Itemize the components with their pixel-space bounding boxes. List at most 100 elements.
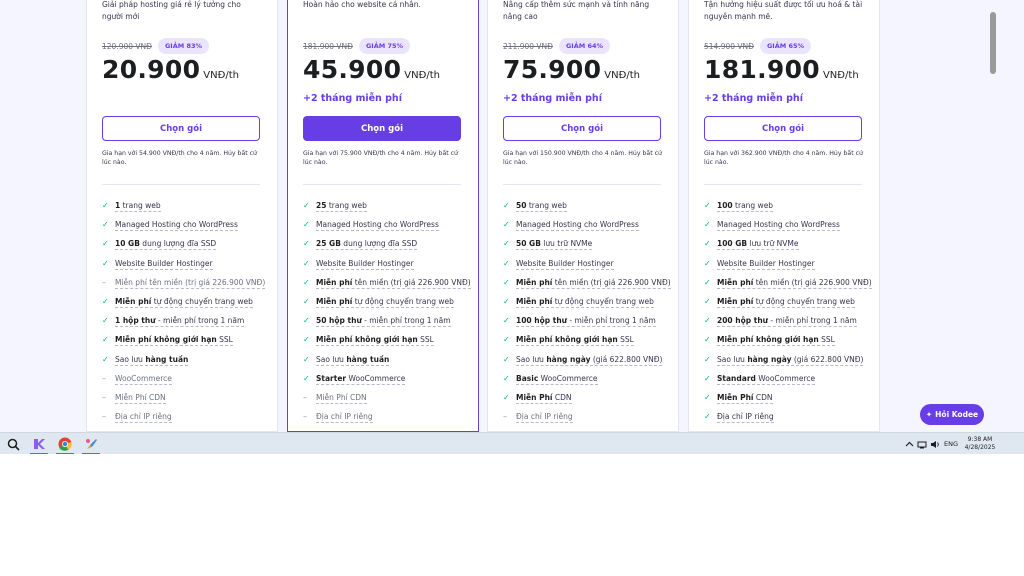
feature-text[interactable]: Miễn phí không giới hạn SSL bbox=[516, 335, 634, 347]
feature-text[interactable]: WooCommerce bbox=[115, 374, 172, 385]
renewal-note: Gia hạn với 150.900 VNĐ/th cho 4 năm. Hủ… bbox=[503, 150, 662, 166]
plan-description: Tận hưởng hiệu suất được tối ưu hoá & tà… bbox=[704, 0, 863, 21]
network-icon[interactable] bbox=[917, 433, 927, 455]
feature-text[interactable]: 25 trang web bbox=[316, 201, 367, 212]
feature-text[interactable]: 100 hộp thư - miễn phí trong 1 năm bbox=[516, 316, 656, 328]
feature-bold: Miễn phí không giới hạn bbox=[516, 335, 618, 345]
feature-text[interactable]: 50 trang web bbox=[516, 201, 567, 212]
check-icon: ✓ bbox=[303, 335, 310, 345]
kodee-app-icon[interactable] bbox=[30, 435, 48, 455]
feature-text[interactable]: Website Builder Hostinger bbox=[316, 259, 414, 270]
old-price: 120.900 VNĐ bbox=[102, 41, 152, 51]
feature-item: ✓ 1 trang web bbox=[102, 201, 272, 220]
feature-text[interactable]: Sao lưu hàng tuần bbox=[316, 354, 390, 366]
check-icon: ✓ bbox=[503, 220, 510, 230]
feature-text[interactable]: Starter WooCommerce bbox=[316, 374, 406, 385]
volume-icon[interactable] bbox=[930, 433, 940, 455]
choose-plan-button[interactable]: Chọn gói bbox=[503, 116, 661, 141]
feature-text[interactable]: Địa chỉ IP riêng bbox=[516, 412, 573, 424]
feature-label: dung lượng đĩa SSD bbox=[139, 239, 217, 249]
feature-text[interactable]: 50 hộp thư - miễn phí trong 1 năm bbox=[316, 316, 451, 328]
feature-text[interactable]: 1 trang web bbox=[115, 201, 161, 212]
feature-text[interactable]: Địa chỉ IP riêng bbox=[316, 412, 373, 424]
feature-text[interactable]: Basic WooCommerce bbox=[516, 374, 598, 385]
divider bbox=[102, 184, 260, 185]
feature-text[interactable]: Managed Hosting cho WordPress bbox=[516, 220, 639, 232]
feature-item: ✓ Miễn phí tự động chuyển trang web bbox=[303, 297, 473, 316]
feature-bold: Miễn phí không giới hạn bbox=[316, 335, 418, 345]
feature-label: SSL bbox=[818, 335, 835, 345]
feature-text[interactable]: Miễn phí tự động chuyển trang web bbox=[516, 297, 654, 308]
feature-label: Sao lưu bbox=[115, 354, 146, 364]
feature-text[interactable]: Website Builder Hostinger bbox=[115, 259, 213, 270]
feature-item: ✓ Website Builder Hostinger bbox=[503, 259, 673, 278]
feature-item: ✓ Website Builder Hostinger bbox=[102, 259, 272, 278]
dash-icon: – bbox=[102, 412, 106, 422]
chrome-icon[interactable] bbox=[56, 435, 74, 455]
feature-list: ✓ 1 trang web ✓ Managed Hosting cho WordPre… bbox=[102, 201, 272, 431]
feature-text[interactable]: Miễn phí tên miền (trị giá 226.900 VNĐ) bbox=[316, 278, 471, 289]
choose-plan-button[interactable]: Chọn gói bbox=[102, 116, 260, 141]
feature-text[interactable]: Managed Hosting cho WordPress bbox=[717, 220, 840, 232]
choose-plan-button[interactable]: Chọn gói bbox=[303, 116, 461, 141]
renewal-note: Gia hạn với 54.900 VNĐ/th cho 4 năm. Hủy… bbox=[102, 150, 257, 166]
feature-text[interactable]: Miễn Phí CDN bbox=[316, 393, 367, 404]
feature-text[interactable]: Miễn phí tự động chuyển trang web bbox=[717, 297, 855, 308]
feature-label: trang web bbox=[326, 201, 367, 210]
feature-item: ✓ Miễn phí tự động chuyển trang web bbox=[704, 297, 874, 316]
feature-text[interactable]: Managed Hosting cho WordPress bbox=[316, 220, 439, 232]
feature-text[interactable]: 25 GB dung lượng đĩa SSD bbox=[316, 239, 418, 251]
feature-text[interactable]: Miễn phí tên miền (trị giá 226.900 VNĐ) bbox=[115, 278, 266, 289]
feature-text[interactable]: 100 trang web bbox=[717, 201, 774, 212]
feature-label: WooCommerce bbox=[755, 373, 816, 383]
check-icon: ✓ bbox=[704, 392, 711, 402]
feature-text[interactable]: 1 hộp thư - miễn phí trong 1 năm bbox=[115, 316, 245, 328]
feature-text[interactable]: 200 hộp thư - miễn phí trong 1 năm bbox=[717, 316, 857, 328]
paint-icon[interactable] bbox=[82, 435, 100, 455]
feature-text[interactable]: Miễn phí tự động chuyển trang web bbox=[316, 297, 454, 308]
feature-item: ✓ Sao lưu hàng tuần bbox=[102, 355, 272, 374]
feature-label: Miễn Phí CDN bbox=[316, 392, 367, 402]
feature-text[interactable]: Miễn phí tên miền (trị giá 226.900 VNĐ) bbox=[717, 278, 872, 289]
language-indicator[interactable]: ENG bbox=[944, 433, 958, 455]
feature-text[interactable]: Miễn Phí CDN bbox=[516, 393, 572, 404]
feature-text[interactable]: Miễn Phí CDN bbox=[115, 393, 166, 404]
feature-label: Sao lưu bbox=[316, 354, 347, 364]
feature-label: tự động chuyển trang web bbox=[151, 296, 253, 306]
feature-label: CDN bbox=[552, 392, 572, 402]
feature-text[interactable]: Miễn phí tên miền (trị giá 226.900 VNĐ) bbox=[516, 278, 671, 289]
feature-label: Managed Hosting cho WordPress bbox=[316, 220, 439, 230]
feature-text[interactable]: 50 GB lưu trữ NVMe bbox=[516, 239, 593, 251]
feature-item: ✓ Sao lưu hàng ngày (giá 622.800 VNĐ) bbox=[503, 355, 673, 374]
search-icon[interactable] bbox=[4, 435, 22, 453]
feature-item: – Miễn phí tên miền (trị giá 226.900 VNĐ) bbox=[102, 278, 272, 297]
tray-chevron-icon[interactable] bbox=[905, 433, 914, 455]
feature-text[interactable]: Địa chỉ IP riêng bbox=[717, 412, 774, 424]
feature-text[interactable]: Miễn Phí CDN bbox=[717, 393, 773, 404]
feature-text[interactable]: Standard WooCommerce bbox=[717, 373, 816, 385]
feature-text[interactable]: Sao lưu hàng ngày (giá 622.800 VNĐ) bbox=[717, 355, 864, 366]
choose-plan-button[interactable]: Chọn gói bbox=[704, 116, 862, 141]
feature-text[interactable]: 10 GB dung lượng đĩa SSD bbox=[115, 239, 217, 251]
ask-kodee-button[interactable]: ✦ Hỏi Kodee bbox=[920, 404, 984, 425]
feature-text[interactable]: Miễn phí không giới hạn SSL bbox=[316, 335, 434, 347]
feature-text[interactable]: Miễn phí tự động chuyển trang web bbox=[115, 297, 253, 308]
feature-text[interactable]: Sao lưu hàng tuần bbox=[115, 354, 189, 366]
feature-text[interactable]: Địa chỉ IP riêng bbox=[115, 412, 172, 424]
feature-text[interactable]: Miễn phí không giới hạn SSL bbox=[717, 335, 835, 347]
feature-text[interactable]: 100 GB lưu trữ NVMe bbox=[717, 239, 799, 251]
feature-bold: 50 hộp thư bbox=[316, 316, 362, 326]
feature-text[interactable]: Miễn phí không giới hạn SSL bbox=[115, 335, 233, 347]
scrollbar[interactable] bbox=[990, 12, 996, 74]
feature-text[interactable]: Sao lưu hàng ngày (giá 622.800 VNĐ) bbox=[516, 355, 663, 366]
feature-text[interactable]: Website Builder Hostinger bbox=[516, 259, 614, 270]
feature-text[interactable]: Managed Hosting cho WordPress bbox=[115, 220, 238, 232]
check-icon: ✓ bbox=[704, 296, 711, 306]
price-value: 20.900 bbox=[102, 55, 201, 84]
plan-description: Hoàn hảo cho website cá nhân. bbox=[303, 0, 421, 9]
feature-text[interactable]: Website Builder Hostinger bbox=[717, 259, 815, 270]
clock[interactable]: 9:38 AM 4/28/2025 bbox=[960, 436, 1000, 452]
feature-label: SSL bbox=[216, 335, 233, 345]
divider bbox=[303, 184, 461, 185]
old-price: 181.900 VNĐ bbox=[303, 41, 353, 51]
